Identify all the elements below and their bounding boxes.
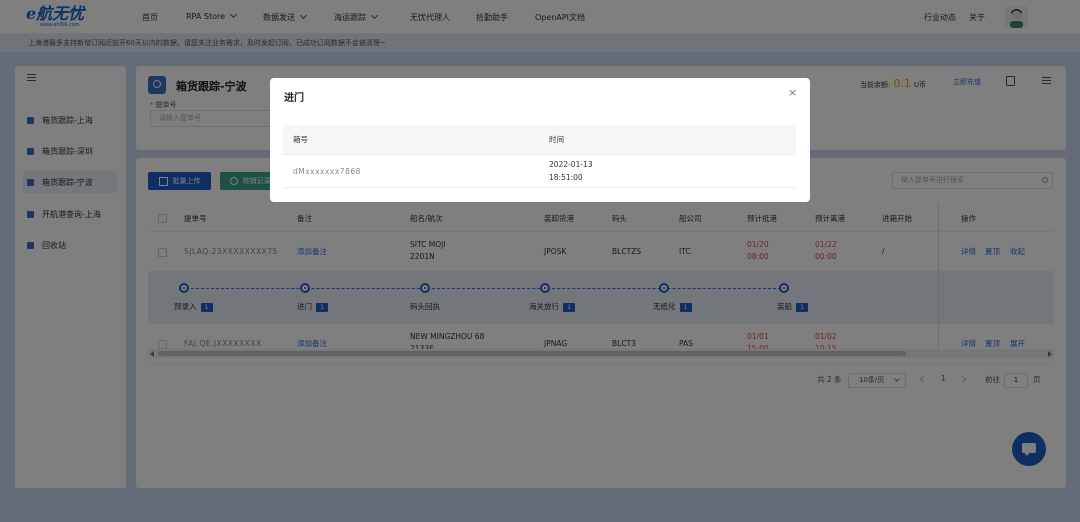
modal-table-header: 箱号 时间: [283, 125, 796, 155]
header-container: 箱号: [293, 135, 308, 144]
gate-in-modal: 进门 × 箱号 时间 dMxxxxxxx7868 2022-01-13 18:5…: [270, 78, 810, 202]
table-row: dMxxxxxxx7868 2022-01-13 18:51:00: [283, 155, 796, 188]
gate-in-time: 18:51:00: [549, 173, 583, 182]
gate-in-date: 2022-01-13: [549, 160, 593, 169]
modal-title: 进门: [284, 93, 304, 104]
close-icon[interactable]: ×: [788, 87, 798, 98]
header-time: 时间: [549, 135, 564, 144]
modal-table: 箱号 时间 dMxxxxxxx7868 2022-01-13 18:51:00: [283, 125, 796, 188]
container-number: dMxxxxxxx7868: [293, 167, 361, 176]
